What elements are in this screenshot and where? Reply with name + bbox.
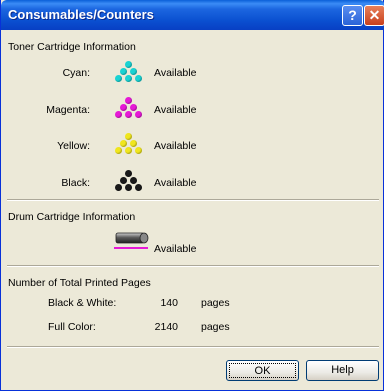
toner-label-magenta: Magenta: xyxy=(46,104,90,116)
color-pages-unit: pages xyxy=(201,321,230,333)
drum-section-title: Drum Cartridge Information xyxy=(8,211,136,223)
toner-dot xyxy=(125,147,132,154)
toner-dot xyxy=(120,104,127,111)
black-toner-icon xyxy=(114,170,144,192)
toner-dot xyxy=(120,177,127,184)
toner-dot xyxy=(135,75,142,82)
bw-pages-label: Black & White: xyxy=(48,297,117,309)
toner-dot xyxy=(115,184,122,191)
toner-dot xyxy=(115,147,122,154)
title-bar[interactable]: Consumables/Counters ? ✕ xyxy=(1,0,384,30)
toner-label-yellow: Yellow: xyxy=(57,140,90,152)
question-icon: ? xyxy=(348,7,357,23)
bw-pages-value: 140 xyxy=(160,297,178,309)
cyan-toner-icon xyxy=(114,61,144,83)
toner-dot xyxy=(125,97,132,104)
toner-dot xyxy=(120,140,127,147)
separator xyxy=(7,199,379,201)
toner-dot xyxy=(115,75,122,82)
help-button[interactable]: Help xyxy=(306,360,379,381)
close-icon: ✕ xyxy=(368,7,381,23)
toner-dot xyxy=(130,104,137,111)
toner-status-black: Available xyxy=(154,177,197,189)
toner-dot xyxy=(135,111,142,118)
separator xyxy=(7,265,379,267)
toner-dot xyxy=(115,111,122,118)
help-title-button[interactable]: ? xyxy=(342,5,363,26)
close-button[interactable]: ✕ xyxy=(364,5,384,26)
toner-dot xyxy=(125,75,132,82)
pages-section-title: Number of Total Printed Pages xyxy=(8,277,151,289)
toner-label-black: Black: xyxy=(61,177,90,189)
toner-dot xyxy=(125,184,132,191)
toner-label-cyan: Cyan: xyxy=(62,67,90,79)
toner-dot xyxy=(130,140,137,147)
toner-dot xyxy=(125,61,132,68)
drum-cartridge-icon xyxy=(114,232,149,249)
toner-dot xyxy=(125,111,132,118)
separator xyxy=(7,346,379,348)
toner-status-cyan: Available xyxy=(154,67,197,79)
toner-dot xyxy=(130,177,137,184)
color-pages-label: Full Color: xyxy=(48,321,96,333)
toner-dot xyxy=(135,147,142,154)
consumables-dialog: Consumables/Counters ? ✕ Toner Cartridge… xyxy=(0,0,384,391)
ok-button-label: OK xyxy=(229,363,296,378)
toner-dot xyxy=(125,133,132,140)
magenta-toner-icon xyxy=(114,97,144,119)
ok-button[interactable]: OK xyxy=(226,360,299,381)
toner-status-magenta: Available xyxy=(154,104,197,116)
yellow-toner-icon xyxy=(114,133,144,155)
color-pages-value: 2140 xyxy=(154,321,178,333)
toner-dot xyxy=(135,184,142,191)
toner-dot xyxy=(130,68,137,75)
window-title: Consumables/Counters xyxy=(8,7,154,22)
toner-dot xyxy=(125,170,132,177)
drum-status: Available xyxy=(154,243,197,255)
toner-dot xyxy=(120,68,127,75)
toner-status-yellow: Available xyxy=(154,140,197,152)
bw-pages-unit: pages xyxy=(201,297,230,309)
toner-section-title: Toner Cartridge Information xyxy=(8,41,136,53)
